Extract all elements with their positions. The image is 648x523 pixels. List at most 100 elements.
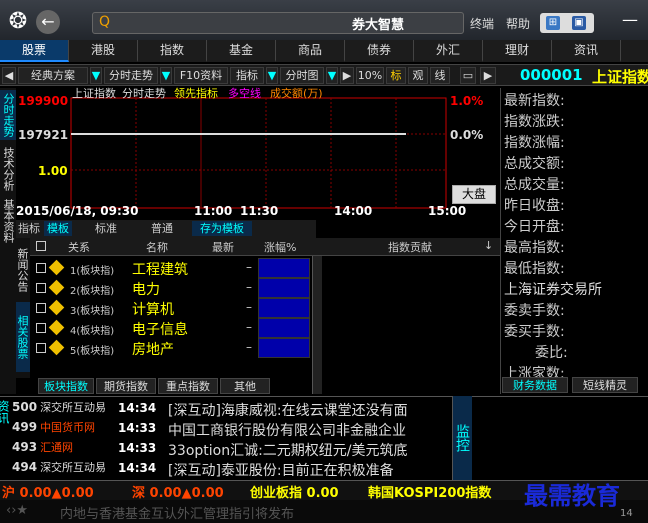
row-checkbox[interactable] — [36, 283, 46, 293]
info-row: 委卖手数: — [504, 303, 565, 319]
tab-standard[interactable]: 标准 — [86, 221, 126, 236]
tab-futures-index[interactable]: 期货指数 — [96, 378, 156, 394]
line-button[interactable]: 线 — [430, 67, 450, 84]
tab-normal[interactable]: 普通 — [142, 221, 182, 236]
dropdown-icon[interactable]: ▼ — [326, 67, 338, 84]
next-icon[interactable]: ▶ — [480, 67, 496, 84]
tab-indicator[interactable]: 指标 — [16, 221, 42, 236]
tab-index[interactable]: 指数 — [138, 40, 207, 62]
tab-related[interactable]: 相关股票 — [16, 302, 30, 372]
back-button[interactable]: ← — [36, 10, 60, 34]
tab-finance[interactable]: 理财 — [483, 40, 552, 62]
save-template-button[interactable]: 存为模板 — [192, 221, 252, 236]
dropdown-icon[interactable]: ▼ — [90, 67, 102, 84]
index-tabs: 板块指数 期货指数 重点指数 其他 — [30, 378, 316, 394]
scrollbar[interactable] — [312, 256, 322, 394]
f10-button[interactable]: F10资料 — [174, 67, 228, 84]
window-icon[interactable]: ▣ — [572, 16, 586, 30]
sector-icon — [48, 279, 65, 296]
row-checkbox[interactable] — [36, 323, 46, 333]
row-checkbox[interactable] — [36, 263, 46, 273]
side-tabs: 新闻公告 相关股票 — [16, 238, 30, 378]
news-title[interactable]: [深互动]海康威视:在线云课堂还没有面 — [168, 400, 408, 420]
view-button[interactable]: 观 — [408, 67, 428, 84]
row-checkbox[interactable] — [36, 303, 46, 313]
row-name[interactable]: 房地产 — [132, 339, 174, 359]
search-input[interactable]: Q — [92, 12, 464, 34]
tab-hk[interactable]: 港股 — [69, 40, 138, 62]
stock-code: 000001 — [520, 66, 583, 84]
table-row[interactable]: 2(板块指) 电力 – — [16, 278, 316, 298]
tab-finance-data[interactable]: 财务数据 — [502, 377, 568, 393]
minimize-button[interactable]: — — [622, 10, 638, 29]
news-title[interactable]: 中国工商银行股份有限公司非金融企业 — [168, 420, 406, 440]
news-row[interactable]: 499 中国货币网 14:33 中国工商银行股份有限公司非金融企业 — [12, 419, 452, 440]
row-checkbox[interactable] — [36, 343, 46, 353]
scheme-button[interactable]: 经典方案 — [18, 67, 88, 84]
menu-help[interactable]: 帮助 — [506, 15, 530, 32]
row-name[interactable]: 计算机 — [132, 299, 174, 319]
select-all-checkbox[interactable] — [36, 241, 46, 251]
table-row[interactable]: 3(板块指) 计算机 – — [16, 298, 316, 318]
template-tabs: 指标 模板 标准 普通 存为模板 — [16, 220, 316, 238]
y-tick-label: 197921 — [18, 128, 69, 142]
watermark-sub: 14 — [620, 508, 633, 519]
percent-button[interactable]: 10% — [356, 67, 384, 84]
tab-commodity[interactable]: 商品 — [276, 40, 345, 62]
row-latest: – — [246, 280, 252, 294]
info-row: 指数涨幅: — [504, 135, 565, 151]
play-icon[interactable]: ▶ — [340, 67, 354, 84]
tab-fund[interactable]: 基金 — [207, 40, 276, 62]
kospi-index: 韩国KOSPI200指数 — [368, 486, 492, 501]
market-button[interactable]: 大盘 — [452, 185, 496, 204]
tab-news[interactable]: 新闻公告 — [16, 240, 30, 300]
tab-key-index[interactable]: 重点指数 — [158, 378, 218, 394]
news-source: 深交所互动易 — [40, 401, 107, 414]
news-row[interactable]: 493 汇通网 14:33 33option汇诚:二元期权纽元/美元筑底 — [12, 439, 452, 460]
chart-header-lead: 领先指标 — [174, 87, 218, 100]
tab-forex[interactable]: 外汇 — [414, 40, 483, 62]
window-icon[interactable]: ▭ — [460, 67, 476, 84]
timechart-button[interactable]: 分时图 — [280, 67, 324, 84]
dropdown-icon[interactable]: ▼ — [160, 67, 172, 84]
news-side-tab[interactable]: 资讯 — [0, 400, 12, 480]
news-row[interactable]: 494 深交所互动易 14:34 [深互动]泰亚股份:目前正在积极准备 — [12, 459, 452, 480]
tab-technical[interactable]: 技术分析 — [0, 144, 16, 194]
x-tick-label: 11:00 — [194, 204, 233, 218]
monitor-tab[interactable]: 监控 — [452, 396, 472, 480]
news-row[interactable]: 500 深交所互动易 14:34 [深互动]海康威视:在线云课堂还没有面 — [12, 399, 452, 420]
prev-icon[interactable]: ◀ — [2, 67, 16, 84]
chart-header-mode: 分时走势 — [122, 87, 166, 100]
sort-icon[interactable]: ↓ — [484, 239, 493, 252]
row-name[interactable]: 电子信息 — [132, 319, 188, 339]
news-title[interactable]: 33option汇诚:二元期权纽元/美元筑底 — [168, 440, 408, 460]
tab-basic[interactable]: 基本资料 — [0, 196, 16, 246]
tab-other[interactable]: 其他 — [220, 378, 270, 394]
change-bar — [258, 338, 310, 358]
news-title[interactable]: [深互动]泰亚股份:目前正在积极准备 — [168, 460, 394, 480]
row-latest: – — [246, 300, 252, 314]
tab-stocks[interactable]: 股票 — [0, 40, 69, 62]
tab-bond[interactable]: 债券 — [345, 40, 414, 62]
indicator-button[interactable]: 指标 — [230, 67, 264, 84]
menu-terminal[interactable]: 终端 — [470, 15, 494, 32]
tab-news[interactable]: 资讯 — [552, 40, 621, 62]
timeline-button[interactable]: 分时走势 — [104, 67, 158, 84]
row-index: 1(板块指) — [70, 266, 115, 277]
table-row[interactable]: 1(板块指) 工程建筑 – — [16, 258, 316, 278]
tab-sector-index[interactable]: 板块指数 — [38, 378, 94, 394]
dropdown-icon[interactable]: ▼ — [266, 67, 278, 84]
window-icon[interactable]: ⊞ — [546, 16, 560, 30]
tab-timeline[interactable]: 分时走势 — [0, 90, 16, 140]
tab-short-sprite[interactable]: 短线精灵 — [572, 377, 638, 393]
mark-button[interactable]: 标 — [386, 67, 406, 84]
row-name[interactable]: 电力 — [132, 279, 160, 299]
tab-template[interactable]: 模板 — [44, 221, 72, 236]
nav-arrows-icon[interactable]: ‹›★ — [6, 503, 28, 518]
news-time: 14:34 — [118, 401, 157, 415]
footer-ticker: 内地与香港基金互认外汇管理指引将发布 — [60, 507, 295, 522]
news-number: 493 — [12, 440, 38, 454]
row-name[interactable]: 工程建筑 — [132, 259, 188, 279]
table-row[interactable]: 5(板块指) 房地产 – — [16, 338, 316, 358]
table-row[interactable]: 4(板块指) 电子信息 – — [16, 318, 316, 338]
